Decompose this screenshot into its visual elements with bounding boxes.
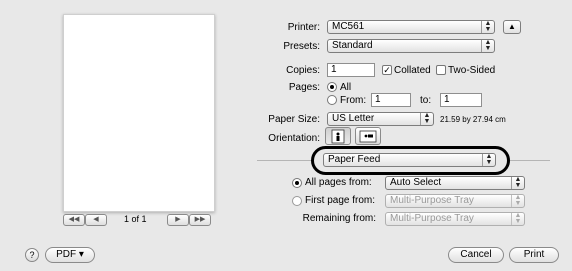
disclosure-triangle-icon: ▲ — [508, 22, 516, 31]
up-down-arrows-icon: ▲ ▼ — [511, 177, 524, 189]
section-value: Paper Feed — [328, 154, 381, 165]
prev-page-button[interactable]: ◀ — [85, 214, 107, 226]
first-page-from-label: First page from: — [305, 195, 376, 206]
all-pages-from-label: All pages from: — [305, 177, 372, 188]
paper-size-value: US Letter — [332, 113, 375, 124]
pages-to-label: to: — [420, 95, 432, 106]
first-page-button[interactable]: ◀◀ — [63, 214, 85, 226]
first-page-from-select[interactable]: Multi-Purpose Tray ▲ ▼ — [385, 194, 525, 208]
all-pages-from-value: Auto Select — [390, 177, 442, 188]
section-select[interactable]: Paper Feed ▲ ▼ — [323, 153, 496, 167]
pages-from-label: From: — [340, 95, 367, 106]
divider-right — [510, 160, 550, 161]
all-pages-from-select[interactable]: Auto Select ▲ ▼ — [385, 176, 525, 190]
copies-label: Copies: — [286, 65, 320, 76]
pages-label: Pages: — [288, 82, 320, 93]
cancel-button[interactable]: Cancel — [448, 247, 504, 263]
first-page-from-value: Multi-Purpose Tray — [390, 195, 474, 206]
pages-from-field[interactable]: 1 — [371, 93, 411, 107]
copies-field[interactable]: 1 — [327, 63, 375, 77]
print-button[interactable]: Print — [509, 247, 559, 263]
printer-select[interactable]: MC561 ▲ ▼ — [327, 20, 495, 34]
presets-label: Presets: — [283, 41, 320, 52]
collated-label: Collated — [394, 65, 431, 76]
help-icon: ? — [29, 250, 35, 260]
printer-label: Printer: — [287, 22, 320, 33]
last-page-button[interactable]: ▶▶ — [189, 214, 211, 226]
remaining-from-select[interactable]: Multi-Purpose Tray ▲ ▼ — [385, 212, 525, 226]
remaining-from-value: Multi-Purpose Tray — [390, 213, 474, 224]
landscape-orientation-button[interactable] — [355, 127, 381, 145]
collated-checkbox[interactable]: ✓ — [382, 65, 392, 75]
up-down-arrows-icon: ▲ ▼ — [481, 40, 494, 52]
disclosure-button[interactable]: ▲ — [503, 20, 521, 34]
up-down-arrows-icon: ▲ ▼ — [482, 154, 495, 166]
two-sided-checkbox[interactable] — [436, 65, 446, 75]
printer-value: MC561 — [332, 21, 365, 32]
pdf-button[interactable]: PDF ▾ — [45, 247, 95, 263]
up-down-arrows-icon: ▲ ▼ — [420, 113, 433, 125]
remaining-from-label: Remaining from: — [302, 213, 376, 224]
presets-value: Standard — [332, 40, 373, 51]
first-page-from-radio[interactable] — [292, 196, 302, 206]
paper-dimensions: 21.59 by 27.94 cm — [440, 115, 506, 124]
paper-size-label: Paper Size: — [268, 114, 320, 125]
pages-all-radio[interactable] — [327, 82, 337, 92]
up-down-arrows-icon: ▲ ▼ — [511, 213, 524, 225]
pages-to-field[interactable]: 1 — [440, 93, 482, 107]
all-pages-from-radio[interactable] — [292, 178, 302, 188]
pages-all-label: All — [340, 82, 352, 93]
preview-page — [63, 14, 215, 212]
portrait-orientation-button[interactable] — [325, 127, 351, 145]
next-page-button[interactable]: ▶ — [167, 214, 189, 226]
up-down-arrows-icon: ▲ ▼ — [511, 195, 524, 207]
orientation-label: Orientation: — [268, 133, 320, 144]
landscape-icon — [359, 130, 377, 143]
pages-from-radio[interactable] — [327, 95, 337, 105]
portrait-icon — [331, 129, 345, 144]
presets-select[interactable]: Standard ▲ ▼ — [327, 39, 495, 53]
divider-left — [257, 160, 312, 161]
help-button[interactable]: ? — [25, 248, 39, 262]
paper-size-select[interactable]: US Letter ▲ ▼ — [327, 112, 434, 126]
page-indicator: 1 of 1 — [124, 214, 147, 224]
two-sided-label: Two-Sided — [448, 65, 496, 76]
up-down-arrows-icon: ▲ ▼ — [481, 21, 494, 33]
